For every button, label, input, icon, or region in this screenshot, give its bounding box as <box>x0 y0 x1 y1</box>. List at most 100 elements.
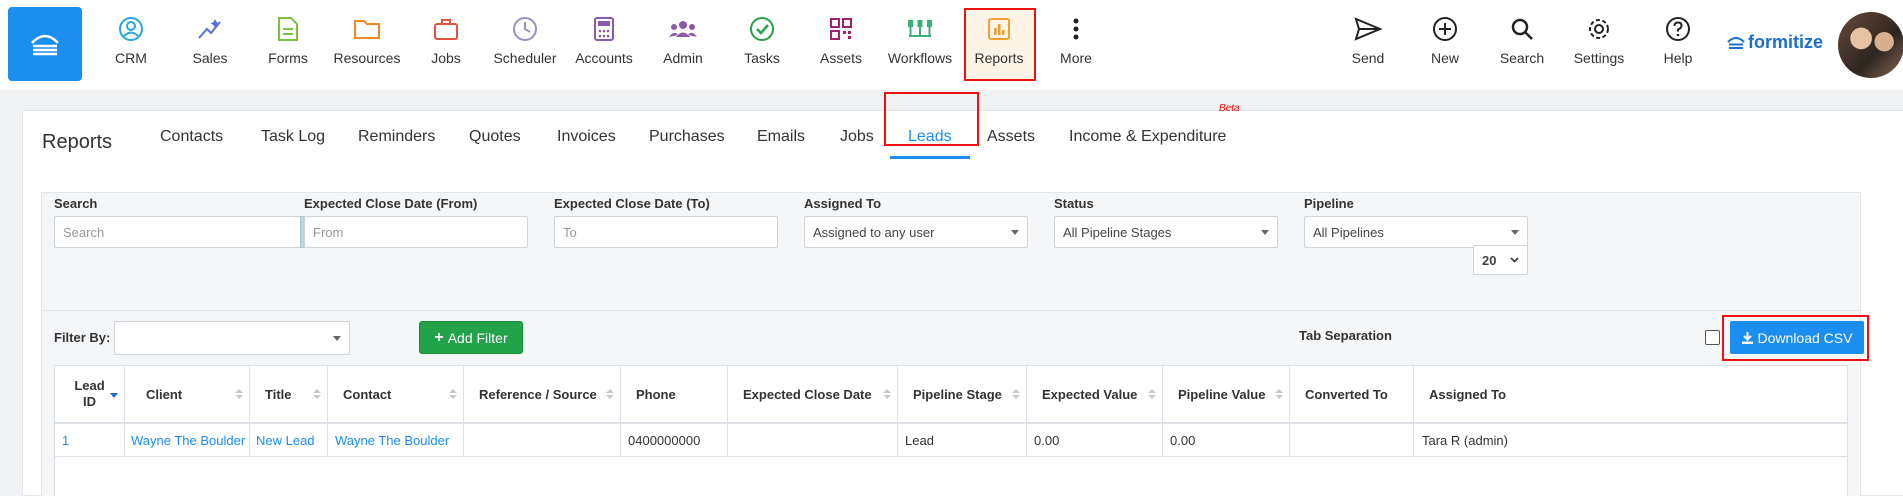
nav-resources-label: Resources <box>333 50 401 66</box>
qr-icon <box>830 18 852 40</box>
filter-by-select[interactable] <box>114 321 350 355</box>
nav-help[interactable]: Help <box>1640 14 1716 78</box>
sort-icon <box>1012 389 1020 399</box>
assigned-to-select[interactable]: Assigned to any user <box>804 216 1028 248</box>
nav-jobs[interactable]: Jobs <box>408 14 484 78</box>
tab-task-log[interactable]: Task Log <box>261 128 325 146</box>
nav-workflows[interactable]: Workflows <box>882 14 958 78</box>
cell-expected-value: 0.00 <box>1027 424 1163 456</box>
cell-contact[interactable]: Wayne The Boulder <box>328 424 464 456</box>
tab-emails[interactable]: Emails <box>757 128 805 146</box>
nav-settings[interactable]: Settings <box>1561 14 1637 78</box>
nav-jobs-label: Jobs <box>431 50 461 66</box>
nav-resources[interactable]: Resources <box>329 14 405 78</box>
search-icon <box>1511 18 1533 40</box>
page-title: Reports <box>42 131 113 153</box>
nav-assets[interactable]: Assets <box>803 14 879 78</box>
tab-jobs[interactable]: Jobs <box>840 128 874 146</box>
nav-send[interactable]: Send <box>1330 14 1406 78</box>
assigned-to-value: Assigned to any user <box>813 224 935 240</box>
close-to-input[interactable]: To <box>554 216 778 248</box>
cell-lead-id[interactable]: 1 <box>55 424 125 456</box>
chevron-down-icon <box>333 335 341 341</box>
nav-forms[interactable]: Forms <box>250 14 326 78</box>
sort-icon <box>235 389 243 399</box>
active-tab-indicator <box>890 156 970 159</box>
cell-client[interactable]: Wayne The Boulder <box>125 424 250 456</box>
cell-title[interactable]: New Lead <box>250 424 328 456</box>
col-lead-id[interactable]: Lead ID <box>55 366 125 422</box>
brand-logo-icon <box>1727 36 1745 49</box>
nav-send-label: Send <box>1351 50 1385 66</box>
nav-tasks[interactable]: Tasks <box>724 14 800 78</box>
download-csv-button[interactable]: Download CSV <box>1730 321 1864 354</box>
col-converted-to[interactable]: Converted To <box>1290 366 1414 422</box>
sort-icon <box>606 389 614 399</box>
nav-search[interactable]: Search <box>1484 14 1560 78</box>
search-input[interactable]: Search <box>54 216 301 248</box>
chevron-down-icon <box>1261 229 1269 235</box>
nav-scheduler[interactable]: Scheduler <box>487 14 563 78</box>
tab-quotes[interactable]: Quotes <box>469 128 521 146</box>
col-title[interactable]: Title <box>250 366 328 422</box>
more-icon <box>1073 18 1079 40</box>
tab-separation-checkbox[interactable] <box>1705 330 1720 345</box>
filter-by-label: Filter By: <box>54 330 111 345</box>
add-filter-label: Add Filter <box>447 329 508 346</box>
user-avatar[interactable] <box>1838 12 1903 78</box>
send-icon <box>1354 17 1382 41</box>
gear-icon <box>1589 19 1609 39</box>
nav-more-label: More <box>1060 50 1092 66</box>
forms-icon <box>278 17 298 41</box>
nav-new[interactable]: New <box>1407 14 1483 78</box>
nav-accounts[interactable]: Accounts <box>566 14 642 78</box>
pipeline-select[interactable]: All Pipelines <box>1304 216 1528 248</box>
calculator-icon <box>594 17 614 41</box>
col-reference-source[interactable]: Reference / Source <box>464 366 621 422</box>
col-pipeline-value-label: Pipeline Value <box>1178 386 1266 402</box>
row-divider <box>55 456 1847 457</box>
sales-icon <box>198 19 221 39</box>
nav-settings-label: Settings <box>1573 50 1625 66</box>
add-filter-button[interactable]: + Add Filter <box>419 321 523 354</box>
nav-reports-label: Reports <box>974 50 1024 66</box>
page-size-value: 20 <box>1482 252 1497 268</box>
col-expected-value-label: Expected Value <box>1042 386 1138 402</box>
pipeline-label: Pipeline <box>1304 196 1354 211</box>
col-phone[interactable]: Phone <box>621 366 728 422</box>
tab-assets[interactable]: Assets <box>987 128 1035 146</box>
nav-sales-label: Sales <box>192 50 228 66</box>
tab-income-expenditure[interactable]: Income & Expenditure <box>1069 128 1226 146</box>
tab-purchases[interactable]: Purchases <box>649 128 725 146</box>
tab-reminders[interactable]: Reminders <box>358 128 435 146</box>
status-value: All Pipeline Stages <box>1063 224 1172 240</box>
status-select[interactable]: All Pipeline Stages <box>1054 216 1278 248</box>
nav-more[interactable]: More <box>1038 14 1114 78</box>
reports-card: Reports Contacts Task Log Reminders Quot… <box>22 92 1903 496</box>
col-client[interactable]: Client <box>125 366 250 422</box>
nav-reports[interactable]: Reports <box>961 14 1037 78</box>
tab-invoices[interactable]: Invoices <box>557 128 616 146</box>
col-close-date-label: Expected Close Date <box>743 386 872 402</box>
close-from-input[interactable]: From <box>304 216 528 248</box>
col-expected-close-date[interactable]: Expected Close Date <box>728 366 898 422</box>
page-size-select[interactable]: 20 <box>1473 245 1528 275</box>
col-reference-label: Reference / Source <box>479 386 597 402</box>
tab-contacts[interactable]: Contacts <box>160 128 223 146</box>
col-assigned-to[interactable]: Assigned To <box>1414 366 1847 422</box>
brand-logo[interactable]: formitize <box>1727 32 1823 53</box>
cell-reference <box>464 424 621 456</box>
nav-admin[interactable]: Admin <box>645 14 721 78</box>
col-pipeline-stage[interactable]: Pipeline Stage <box>898 366 1027 422</box>
crm-icon <box>119 17 143 41</box>
briefcase-icon <box>434 19 458 40</box>
home-button[interactable] <box>8 7 82 81</box>
nav-crm[interactable]: CRM <box>93 14 169 78</box>
nav-sales[interactable]: Sales <box>172 14 248 78</box>
col-contact[interactable]: Contact <box>328 366 464 422</box>
col-pipeline-value[interactable]: Pipeline Value <box>1163 366 1290 422</box>
sort-icon <box>449 389 457 399</box>
top-navbar: CRM Sales Forms Resources Jobs Scheduler… <box>0 0 1903 90</box>
cell-phone: 0400000000 <box>621 424 728 456</box>
col-expected-value[interactable]: Expected Value <box>1027 366 1163 422</box>
